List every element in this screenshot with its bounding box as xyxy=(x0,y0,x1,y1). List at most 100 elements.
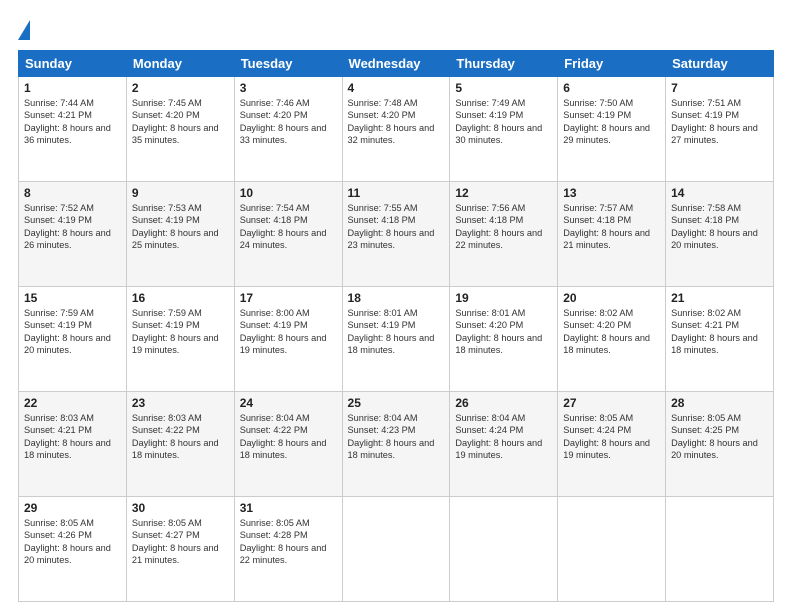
cell-details: Sunrise: 7:49 AMSunset: 4:19 PMDaylight:… xyxy=(455,97,552,147)
cell-details: Sunrise: 7:55 AMSunset: 4:18 PMDaylight:… xyxy=(348,202,445,252)
cell-details: Sunrise: 7:48 AMSunset: 4:20 PMDaylight:… xyxy=(348,97,445,147)
day-number: 14 xyxy=(671,186,768,200)
day-number: 21 xyxy=(671,291,768,305)
calendar-cell: 13 Sunrise: 7:57 AMSunset: 4:18 PMDaylig… xyxy=(558,182,666,287)
cell-details: Sunrise: 7:50 AMSunset: 4:19 PMDaylight:… xyxy=(563,97,660,147)
day-number: 9 xyxy=(132,186,229,200)
calendar-cell: 16 Sunrise: 7:59 AMSunset: 4:19 PMDaylig… xyxy=(126,287,234,392)
day-number: 24 xyxy=(240,396,337,410)
calendar-cell: 21 Sunrise: 8:02 AMSunset: 4:21 PMDaylig… xyxy=(666,287,774,392)
calendar-weekday-monday: Monday xyxy=(126,51,234,77)
calendar-cell xyxy=(450,497,558,602)
day-number: 12 xyxy=(455,186,552,200)
calendar-week-row: 29 Sunrise: 8:05 AMSunset: 4:26 PMDaylig… xyxy=(19,497,774,602)
calendar-weekday-tuesday: Tuesday xyxy=(234,51,342,77)
calendar-cell: 24 Sunrise: 8:04 AMSunset: 4:22 PMDaylig… xyxy=(234,392,342,497)
cell-details: Sunrise: 8:05 AMSunset: 4:26 PMDaylight:… xyxy=(24,517,121,567)
cell-details: Sunrise: 7:46 AMSunset: 4:20 PMDaylight:… xyxy=(240,97,337,147)
cell-details: Sunrise: 8:03 AMSunset: 4:22 PMDaylight:… xyxy=(132,412,229,462)
calendar-cell: 27 Sunrise: 8:05 AMSunset: 4:24 PMDaylig… xyxy=(558,392,666,497)
cell-details: Sunrise: 7:44 AMSunset: 4:21 PMDaylight:… xyxy=(24,97,121,147)
calendar-week-row: 22 Sunrise: 8:03 AMSunset: 4:21 PMDaylig… xyxy=(19,392,774,497)
day-number: 27 xyxy=(563,396,660,410)
day-number: 28 xyxy=(671,396,768,410)
page: SundayMondayTuesdayWednesdayThursdayFrid… xyxy=(0,0,792,612)
calendar-week-row: 8 Sunrise: 7:52 AMSunset: 4:19 PMDayligh… xyxy=(19,182,774,287)
day-number: 5 xyxy=(455,81,552,95)
day-number: 29 xyxy=(24,501,121,515)
day-number: 11 xyxy=(348,186,445,200)
day-number: 13 xyxy=(563,186,660,200)
calendar-weekday-sunday: Sunday xyxy=(19,51,127,77)
cell-details: Sunrise: 7:59 AMSunset: 4:19 PMDaylight:… xyxy=(132,307,229,357)
cell-details: Sunrise: 8:02 AMSunset: 4:21 PMDaylight:… xyxy=(671,307,768,357)
calendar-weekday-wednesday: Wednesday xyxy=(342,51,450,77)
calendar-cell: 3 Sunrise: 7:46 AMSunset: 4:20 PMDayligh… xyxy=(234,77,342,182)
cell-details: Sunrise: 7:53 AMSunset: 4:19 PMDaylight:… xyxy=(132,202,229,252)
calendar-cell: 15 Sunrise: 7:59 AMSunset: 4:19 PMDaylig… xyxy=(19,287,127,392)
day-number: 2 xyxy=(132,81,229,95)
day-number: 19 xyxy=(455,291,552,305)
calendar-cell: 31 Sunrise: 8:05 AMSunset: 4:28 PMDaylig… xyxy=(234,497,342,602)
day-number: 10 xyxy=(240,186,337,200)
calendar-cell: 25 Sunrise: 8:04 AMSunset: 4:23 PMDaylig… xyxy=(342,392,450,497)
cell-details: Sunrise: 8:02 AMSunset: 4:20 PMDaylight:… xyxy=(563,307,660,357)
day-number: 15 xyxy=(24,291,121,305)
day-number: 18 xyxy=(348,291,445,305)
day-number: 30 xyxy=(132,501,229,515)
day-number: 26 xyxy=(455,396,552,410)
calendar-weekday-friday: Friday xyxy=(558,51,666,77)
calendar-weekday-saturday: Saturday xyxy=(666,51,774,77)
cell-details: Sunrise: 7:51 AMSunset: 4:19 PMDaylight:… xyxy=(671,97,768,147)
cell-details: Sunrise: 8:03 AMSunset: 4:21 PMDaylight:… xyxy=(24,412,121,462)
calendar-cell: 5 Sunrise: 7:49 AMSunset: 4:19 PMDayligh… xyxy=(450,77,558,182)
day-number: 16 xyxy=(132,291,229,305)
calendar-cell: 30 Sunrise: 8:05 AMSunset: 4:27 PMDaylig… xyxy=(126,497,234,602)
cell-details: Sunrise: 8:05 AMSunset: 4:27 PMDaylight:… xyxy=(132,517,229,567)
cell-details: Sunrise: 7:54 AMSunset: 4:18 PMDaylight:… xyxy=(240,202,337,252)
calendar-cell xyxy=(558,497,666,602)
cell-details: Sunrise: 7:45 AMSunset: 4:20 PMDaylight:… xyxy=(132,97,229,147)
cell-details: Sunrise: 8:04 AMSunset: 4:24 PMDaylight:… xyxy=(455,412,552,462)
calendar-cell: 8 Sunrise: 7:52 AMSunset: 4:19 PMDayligh… xyxy=(19,182,127,287)
calendar-cell: 20 Sunrise: 8:02 AMSunset: 4:20 PMDaylig… xyxy=(558,287,666,392)
day-number: 4 xyxy=(348,81,445,95)
day-number: 23 xyxy=(132,396,229,410)
calendar-cell: 23 Sunrise: 8:03 AMSunset: 4:22 PMDaylig… xyxy=(126,392,234,497)
logo-triangle-icon xyxy=(18,20,30,40)
calendar-cell: 18 Sunrise: 8:01 AMSunset: 4:19 PMDaylig… xyxy=(342,287,450,392)
calendar-cell: 9 Sunrise: 7:53 AMSunset: 4:19 PMDayligh… xyxy=(126,182,234,287)
calendar-cell: 28 Sunrise: 8:05 AMSunset: 4:25 PMDaylig… xyxy=(666,392,774,497)
calendar-cell: 6 Sunrise: 7:50 AMSunset: 4:19 PMDayligh… xyxy=(558,77,666,182)
cell-details: Sunrise: 7:52 AMSunset: 4:19 PMDaylight:… xyxy=(24,202,121,252)
day-number: 20 xyxy=(563,291,660,305)
calendar-header-row: SundayMondayTuesdayWednesdayThursdayFrid… xyxy=(19,51,774,77)
cell-details: Sunrise: 8:05 AMSunset: 4:24 PMDaylight:… xyxy=(563,412,660,462)
calendar-weekday-thursday: Thursday xyxy=(450,51,558,77)
calendar-week-row: 1 Sunrise: 7:44 AMSunset: 4:21 PMDayligh… xyxy=(19,77,774,182)
day-number: 22 xyxy=(24,396,121,410)
day-number: 17 xyxy=(240,291,337,305)
calendar-cell: 10 Sunrise: 7:54 AMSunset: 4:18 PMDaylig… xyxy=(234,182,342,287)
day-number: 7 xyxy=(671,81,768,95)
calendar-cell: 26 Sunrise: 8:04 AMSunset: 4:24 PMDaylig… xyxy=(450,392,558,497)
cell-details: Sunrise: 8:04 AMSunset: 4:22 PMDaylight:… xyxy=(240,412,337,462)
cell-details: Sunrise: 7:56 AMSunset: 4:18 PMDaylight:… xyxy=(455,202,552,252)
cell-details: Sunrise: 8:04 AMSunset: 4:23 PMDaylight:… xyxy=(348,412,445,462)
cell-details: Sunrise: 8:01 AMSunset: 4:19 PMDaylight:… xyxy=(348,307,445,357)
day-number: 31 xyxy=(240,501,337,515)
cell-details: Sunrise: 7:58 AMSunset: 4:18 PMDaylight:… xyxy=(671,202,768,252)
day-number: 6 xyxy=(563,81,660,95)
cell-details: Sunrise: 8:00 AMSunset: 4:19 PMDaylight:… xyxy=(240,307,337,357)
day-number: 8 xyxy=(24,186,121,200)
cell-details: Sunrise: 8:01 AMSunset: 4:20 PMDaylight:… xyxy=(455,307,552,357)
logo xyxy=(18,18,34,40)
calendar-cell xyxy=(342,497,450,602)
calendar-cell: 29 Sunrise: 8:05 AMSunset: 4:26 PMDaylig… xyxy=(19,497,127,602)
header xyxy=(18,18,774,40)
cell-details: Sunrise: 7:57 AMSunset: 4:18 PMDaylight:… xyxy=(563,202,660,252)
cell-details: Sunrise: 7:59 AMSunset: 4:19 PMDaylight:… xyxy=(24,307,121,357)
calendar-cell: 7 Sunrise: 7:51 AMSunset: 4:19 PMDayligh… xyxy=(666,77,774,182)
calendar-cell: 14 Sunrise: 7:58 AMSunset: 4:18 PMDaylig… xyxy=(666,182,774,287)
day-number: 3 xyxy=(240,81,337,95)
